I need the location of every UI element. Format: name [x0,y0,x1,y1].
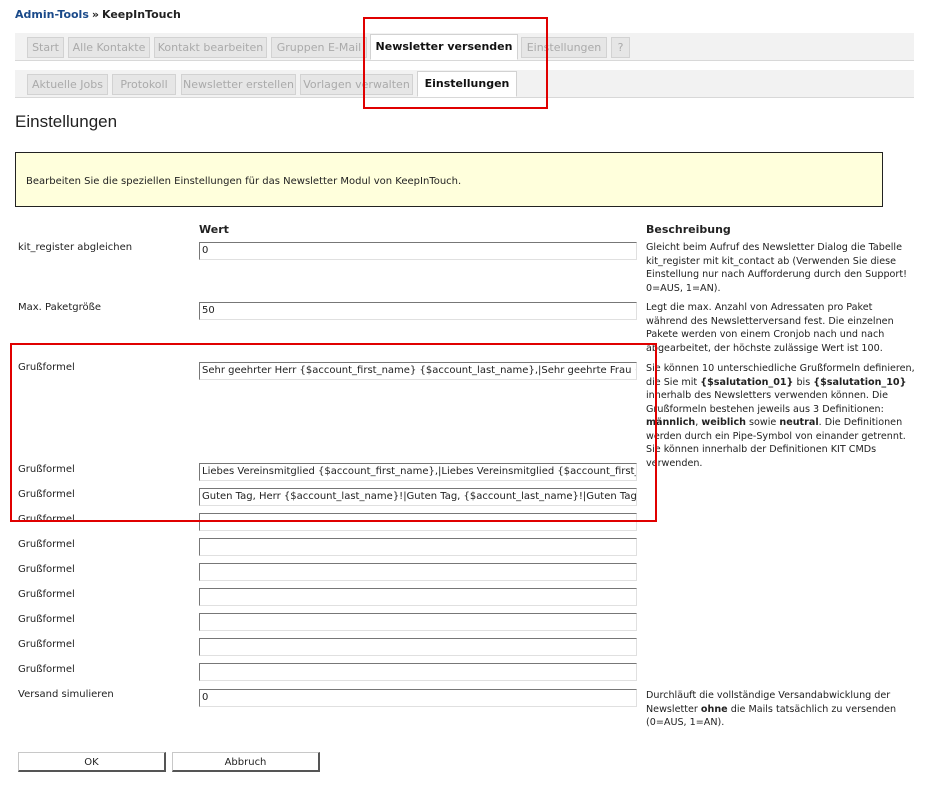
cancel-button[interactable]: Abbruch [172,752,320,772]
packet-size-input[interactable]: 50 [199,302,637,320]
salutation-05-input[interactable] [199,538,637,556]
description-kit-register: Gleicht beim Aufruf des Newsletter Dialo… [646,242,907,294]
breadcrumb: Admin-Tools» KeepInTouch [15,8,181,21]
salutation-07-input[interactable] [199,588,637,606]
salutation-09-input[interactable] [199,638,637,656]
info-box: Bearbeiten Sie die speziellen Einstellun… [15,152,883,207]
salutation-desc-neutral: neutral [779,417,819,428]
label-packet-size: Max. Paketgröße [18,302,102,313]
label-salutation-10: Grußformel [18,664,75,675]
ok-button[interactable]: OK [18,752,166,772]
tab-alle-kontakte[interactable]: Alle Kontakte [68,37,150,58]
tab-gruppen-email[interactable]: Gruppen E-Mail [271,37,367,58]
salutation-desc-text-3: innerhalb des Newsletters verwenden könn… [646,390,888,415]
column-header-value: Wert [199,223,229,236]
tab-kontakt-bearbeiten[interactable]: Kontakt bearbeiten [154,37,267,58]
breadcrumb-admin-tools-link[interactable]: Admin-Tools [15,8,89,21]
subtab-protokoll[interactable]: Protokoll [112,74,176,95]
salutation-08-input[interactable] [199,613,637,631]
label-salutation-05: Grußformel [18,539,75,550]
label-salutation-07: Grußformel [18,589,75,600]
salutation-desc-text-5: sowie [745,417,780,428]
description-packet-size: Legt die max. Anzahl von Adressaten pro … [646,302,894,354]
description-salutation: Sie können 10 unterschiedliche Grußforme… [646,362,916,470]
subtab-aktuelle-jobs[interactable]: Aktuelle Jobs [27,74,108,95]
kit-register-input[interactable]: 0 [199,242,637,260]
salutation-desc-female: weiblich [701,417,746,428]
subtab-newsletter-erstellen[interactable]: Newsletter erstellen [181,74,296,95]
label-salutation-06: Grußformel [18,564,75,575]
salutation-highlight-box [10,343,657,522]
salutation-10-input[interactable] [199,663,637,681]
simulate-desc-bold: ohne [700,703,728,715]
description-simulate: Durchläuft die vollständige Versandabwic… [646,689,916,730]
column-header-description: Beschreibung [646,223,731,236]
salutation-desc-code-01: {$salutation_01} [700,376,794,388]
label-simulate: Versand simulieren [18,689,114,700]
tab-help[interactable]: ? [611,37,630,58]
breadcrumb-separator: » [91,8,99,21]
salutation-06-input[interactable] [199,563,637,581]
breadcrumb-current: KeepInTouch [101,8,181,21]
tab-highlight-box [363,17,548,109]
tab-start[interactable]: Start [27,37,64,58]
label-salutation-08: Grußformel [18,614,75,625]
salutation-desc-code-10: {$salutation_10} [813,376,907,388]
label-kit-register: kit_register abgleichen [18,242,133,253]
salutation-desc-text-2: bis [793,376,814,388]
label-salutation-09: Grußformel [18,639,75,650]
page-title: Einstellungen [15,112,118,131]
info-text: Bearbeiten Sie die speziellen Einstellun… [26,176,462,187]
simulate-input[interactable]: 0 [199,689,637,707]
